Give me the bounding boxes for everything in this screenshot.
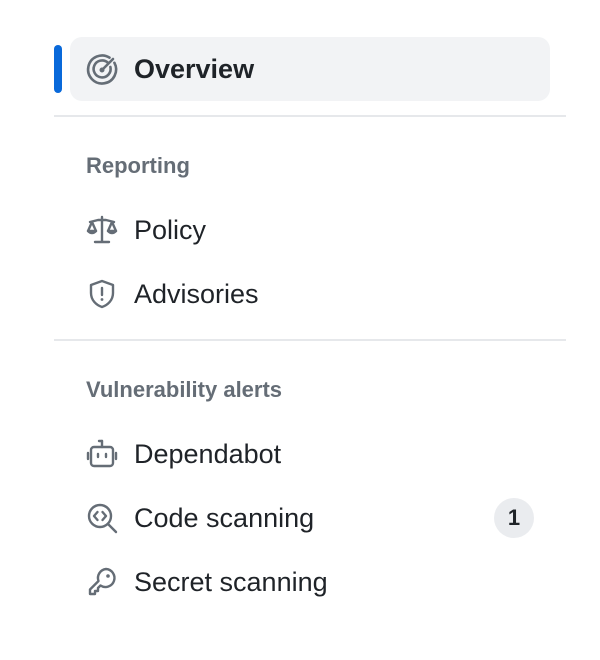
nav-item-secret-scanning[interactable]: Secret scanning [70,550,550,614]
nav-item-label: Code scanning [134,503,315,533]
section-divider [54,115,566,117]
nav-item-label: Secret scanning [134,567,328,597]
section-divider [54,339,566,341]
nav-item-label: Overview [134,54,255,84]
meter-icon [86,53,118,85]
nav-item-overview[interactable]: Overview [70,37,550,101]
nav-item-code-scanning[interactable]: Code scanning 1 [70,486,550,550]
nav-item-policy[interactable]: Policy [70,198,550,262]
nav-item-label: Advisories [134,279,259,309]
section-heading-reporting: Reporting [86,153,190,178]
active-indicator [54,45,62,93]
section-heading-vulnerability-alerts: Vulnerability alerts [86,377,283,402]
nav-item-advisories[interactable]: Advisories [70,262,550,326]
nav-item-label: Policy [134,215,207,245]
robot-icon [86,438,118,470]
law-icon [86,214,118,246]
shield-alert-icon [86,278,118,310]
codescan-icon [86,502,118,534]
key-icon [86,566,118,598]
security-sidebar-nav: Overview Reporting Policy Advisories Vul… [0,0,600,660]
nav-item-label: Dependabot [134,439,282,469]
nav-item-dependabot[interactable]: Dependabot [70,422,550,486]
count-badge: 1 [494,498,534,538]
